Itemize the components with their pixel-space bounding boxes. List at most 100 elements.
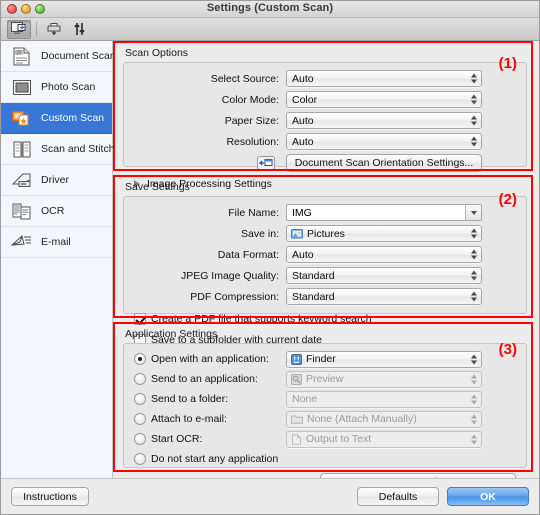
pdf-compression-label: PDF Compression: — [190, 290, 279, 303]
window-title: Settings (Custom Scan) — [206, 2, 334, 14]
footer-bar: Instructions Defaults OK — [1, 478, 539, 514]
open-with-application-value: Finder — [306, 353, 336, 365]
paper-size-dropdown[interactable]: Auto — [286, 112, 482, 129]
scan-options-title: Scan Options — [125, 47, 189, 59]
defaults-button[interactable]: Defaults — [357, 487, 439, 506]
open-with-application-dropdown[interactable]: Finder — [286, 350, 482, 368]
file-name-row: File Name: IMG — [124, 203, 518, 222]
save-in-label: Save in: — [241, 227, 279, 240]
sidebar-item-custom-scan[interactable]: Custom Scan — [1, 103, 112, 134]
jpeg-quality-dropdown[interactable]: Standard — [286, 267, 482, 284]
send-to-application-label: Send to an application: — [151, 373, 258, 385]
application-settings-box: Open with an application: Finder Send to… — [123, 343, 527, 478]
data-format-dropdown[interactable]: Auto — [286, 246, 482, 263]
start-ocr-value: Output to Text — [306, 433, 372, 445]
radio-icon — [134, 373, 146, 385]
updown-arrows-icon — [470, 227, 477, 240]
attach-to-email-radio[interactable]: Attach to e-mail: — [134, 411, 286, 427]
paper-size-row: Paper Size: Auto — [124, 111, 518, 130]
save-settings-title: Save Settings — [125, 181, 190, 193]
orientation-icon-slot — [124, 156, 286, 170]
toolbar — [1, 18, 539, 41]
scan-from-operation-panel-icon[interactable] — [42, 20, 66, 39]
updown-arrows-icon — [470, 433, 477, 446]
send-to-folder-dropdown[interactable]: None — [286, 390, 482, 408]
window-body: PDF Document Scan Photo Scan Custom Scan… — [1, 41, 539, 478]
start-ocr-label: Start OCR: — [151, 433, 203, 445]
title-bar: Settings (Custom Scan) — [1, 1, 539, 18]
ok-button[interactable]: OK — [447, 487, 529, 506]
preview-icon — [291, 373, 302, 385]
resolution-label: Resolution: — [226, 135, 279, 148]
document-scan-orientation-settings-button[interactable]: Document Scan Orientation Settings... — [286, 154, 482, 172]
pdf-compression-dropdown[interactable]: Standard — [286, 288, 482, 305]
send-to-folder-row: Send to a folder: None — [134, 390, 516, 408]
sidebar-item-ocr[interactable]: OCR — [1, 196, 112, 227]
send-to-application-row: Send to an application: Preview — [134, 370, 516, 388]
updown-arrows-icon — [470, 393, 477, 406]
sidebar-item-photo-scan[interactable]: Photo Scan — [1, 72, 112, 103]
scan-from-computer-icon[interactable] — [7, 19, 31, 39]
create-pdf-keyword-search-label: Create a PDF file that supports keyword … — [151, 313, 372, 325]
select-source-label: Select Source: — [210, 72, 279, 85]
document-scan-icon: PDF — [9, 45, 35, 67]
checkbox-icon — [134, 313, 146, 325]
radio-icon — [134, 413, 146, 425]
do-not-start-application-radio[interactable]: Do not start any application — [134, 450, 516, 468]
sidebar-item-scan-and-stitch[interactable]: Scan and Stitch — [1, 134, 115, 165]
resolution-value: Auto — [292, 135, 314, 148]
application-settings-title: Application Settings — [125, 328, 218, 340]
sidebar-item-label: Photo Scan — [41, 81, 96, 93]
open-with-application-radio[interactable]: Open with an application: — [134, 351, 286, 367]
sidebar-item-email[interactable]: E-mail — [1, 227, 112, 258]
create-pdf-keyword-search-checkbox[interactable]: Create a PDF file that supports keyword … — [134, 311, 518, 327]
data-format-value: Auto — [292, 248, 314, 261]
sidebar-item-label: Scan and Stitch — [41, 143, 115, 155]
ocr-doc-icon — [291, 433, 302, 445]
start-ocr-dropdown[interactable]: Output to Text — [286, 430, 482, 448]
orientation-arrow-icon[interactable] — [257, 156, 275, 170]
resolution-dropdown[interactable]: Auto — [286, 133, 482, 150]
open-with-application-row: Open with an application: Finder — [134, 350, 516, 368]
color-mode-row: Color Mode: Color — [124, 90, 518, 109]
svg-text:PDF: PDF — [16, 50, 24, 55]
select-source-dropdown[interactable]: Auto — [286, 70, 482, 87]
send-to-folder-radio[interactable]: Send to a folder: — [134, 391, 286, 407]
sidebar-item-label: OCR — [41, 205, 65, 217]
save-in-dropdown[interactable]: Pictures — [286, 225, 482, 242]
save-in-value: Pictures — [307, 227, 345, 240]
radio-icon — [134, 393, 146, 405]
settings-panel: (1) (2) (3) Scan Options Select Source: … — [113, 41, 539, 478]
jpeg-quality-value: Standard — [292, 269, 335, 282]
sidebar-item-label: Document Scan — [41, 50, 116, 62]
finder-icon — [291, 353, 302, 365]
color-mode-dropdown[interactable]: Color — [286, 91, 482, 108]
radio-icon — [134, 453, 146, 465]
sidebar-item-driver[interactable]: Driver — [1, 165, 112, 196]
updown-arrows-icon — [470, 248, 477, 261]
updown-arrows-icon — [470, 114, 477, 127]
file-name-input[interactable]: IMG — [286, 204, 482, 221]
sidebar: PDF Document Scan Photo Scan Custom Scan… — [1, 41, 116, 478]
send-to-folder-value: None — [292, 393, 318, 405]
select-source-value: Auto — [292, 72, 314, 85]
jpeg-quality-label: JPEG Image Quality: — [180, 269, 279, 282]
sidebar-item-document-scan[interactable]: PDF Document Scan — [1, 41, 116, 72]
updown-arrows-icon — [470, 373, 477, 386]
orientation-row: Document Scan Orientation Settings... — [124, 153, 518, 173]
send-to-application-radio[interactable]: Send to an application: — [134, 371, 286, 387]
updown-arrows-icon — [470, 269, 477, 282]
custom-scan-icon — [9, 107, 35, 129]
save-settings-box: File Name: IMG Save in: Pictures Data Fo… — [123, 196, 527, 346]
updown-arrows-icon — [470, 413, 477, 426]
attach-to-email-dropdown[interactable]: None (Attach Manually) — [286, 410, 482, 428]
save-in-row: Save in: Pictures — [124, 224, 518, 243]
send-to-application-dropdown[interactable]: Preview — [286, 370, 482, 388]
chevron-down-icon[interactable] — [465, 205, 481, 220]
folder-icon — [291, 414, 303, 424]
instructions-button[interactable]: Instructions — [11, 487, 89, 506]
general-settings-icon[interactable] — [68, 20, 92, 39]
annotation-label-2: (2) — [498, 191, 517, 208]
start-ocr-radio[interactable]: Start OCR: — [134, 431, 286, 447]
color-mode-label: Color Mode: — [221, 93, 279, 106]
